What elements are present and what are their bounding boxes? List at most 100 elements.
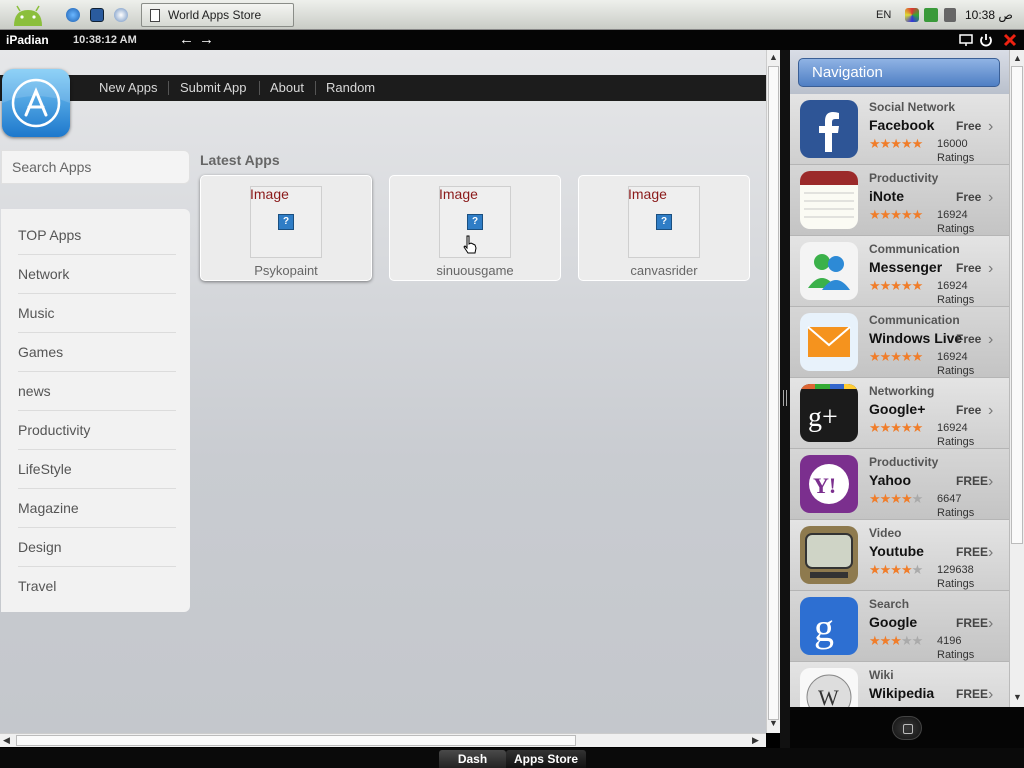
nav-new-apps[interactable]: New Apps <box>99 80 158 95</box>
featured-app-row[interactable]: g Search Google FREE ★★★★★ 4196 Ratings › <box>790 591 1010 662</box>
youtube-tv-icon <box>800 526 858 584</box>
scroll-down-icon[interactable]: ▼ <box>1013 692 1022 702</box>
network-tray-icon[interactable] <box>905 8 919 22</box>
app-category: Communication <box>869 313 960 327</box>
star-rating: ★★★★★ <box>869 491 923 506</box>
app-name: Google <box>869 614 918 630</box>
main-vertical-scrollbar[interactable]: ▲ ▼ <box>766 50 780 733</box>
featured-app-row[interactable]: Communication Windows Live Free ★★★★★ 16924 R… <box>790 307 1010 378</box>
window-task-button[interactable]: World Apps Store <box>141 3 294 27</box>
display-icon[interactable] <box>958 32 974 48</box>
media-player-icon[interactable] <box>114 8 128 22</box>
category-music[interactable]: Music <box>18 294 176 333</box>
star-rating: ★★★★★ <box>869 633 923 648</box>
rating-count: 16924 <box>937 209 968 221</box>
language-indicator[interactable]: EN <box>876 9 891 21</box>
navigation-panel: Navigation Social Network Facebook Free ★★★… <box>790 50 1024 707</box>
app-card-psykopaint[interactable]: Image ? Psykopaint <box>200 175 372 281</box>
chevron-right-icon: › <box>988 615 994 632</box>
featured-app-list: Social Network Facebook Free ★★★★★ 16000 Rati… <box>790 94 1010 707</box>
google-plus-icon: g+ <box>800 384 858 442</box>
dock-tab-dash[interactable]: Dash <box>439 750 506 768</box>
google-icon: g <box>800 597 858 655</box>
main-horizontal-scrollbar[interactable]: ◀ ▶ <box>0 733 766 747</box>
app-name: iNote <box>869 188 904 204</box>
app-category: Social Network <box>869 100 956 114</box>
dock-tab-apps-store[interactable]: Apps Store <box>506 750 586 768</box>
hand-cursor-icon <box>463 235 477 254</box>
scroll-up-icon[interactable]: ▲ <box>769 52 778 62</box>
nav-submit-app[interactable]: Submit App <box>180 80 247 95</box>
forward-arrow-icon[interactable]: → <box>199 31 214 48</box>
search-box[interactable] <box>1 150 190 184</box>
scroll-thumb[interactable] <box>1011 66 1023 544</box>
app-name: Google+ <box>869 401 926 417</box>
scroll-thumb[interactable] <box>768 66 779 720</box>
home-button-icon[interactable] <box>892 716 922 740</box>
app-card-name: sinuousgame <box>436 263 514 278</box>
chevron-right-icon: › <box>988 118 994 135</box>
chevron-right-icon: › <box>988 260 994 277</box>
missing-image-icon: ? <box>467 214 483 230</box>
featured-app-row[interactable]: Y! Productivity Yahoo FREE ★★★★★ 6647 Ratings › <box>790 449 1010 520</box>
svg-text:Y!: Y! <box>813 473 836 498</box>
app-card-sinuousgame[interactable]: Image ? sinuousgame <box>389 175 561 281</box>
chevron-right-icon: › <box>988 473 994 490</box>
system-clock[interactable]: 10:38 ص <box>965 8 1013 22</box>
scroll-down-icon[interactable]: ▼ <box>769 718 778 728</box>
featured-app-row[interactable]: WWikiWikipediaFREE★★★★★› <box>790 662 1010 707</box>
featured-app-row[interactable]: Video Youtube FREE ★★★★★ 129638 Ratings › <box>790 520 1010 591</box>
category-lifestyle[interactable]: LifeStyle <box>18 450 176 489</box>
android-logo-icon[interactable] <box>8 2 48 28</box>
scroll-up-icon[interactable]: ▲ <box>1013 53 1022 63</box>
category-news[interactable]: news <box>18 372 176 411</box>
back-arrow-icon[interactable]: ← <box>179 31 194 48</box>
category-games[interactable]: Games <box>18 333 176 372</box>
update-tray-icon[interactable] <box>924 8 938 22</box>
navigation-button[interactable]: Navigation <box>798 58 1000 87</box>
splitter-grip-icon[interactable] <box>783 390 787 406</box>
rating-count: 129638 <box>937 564 974 576</box>
app-price: FREE <box>956 687 989 701</box>
volume-tray-icon[interactable] <box>944 8 956 22</box>
navigation-scrollbar[interactable]: ▲ ▼ <box>1009 50 1024 707</box>
close-icon[interactable] <box>1002 32 1018 48</box>
app-price: Free <box>956 190 982 204</box>
featured-app-row[interactable]: g+ Networking Google+ Free ★★★★★ 16924 Ratings… <box>790 378 1010 449</box>
ipadian-bar: iPadian 10:38:12 AM ← → <box>0 30 1024 50</box>
power-icon[interactable] <box>978 32 994 48</box>
app-name: Windows Live <box>869 330 963 346</box>
category-list: TOP Apps Network Music Games news Produc… <box>1 209 190 612</box>
star-rating: ★★★★★ <box>869 136 923 151</box>
nav-random[interactable]: Random <box>326 80 375 95</box>
ipadian-title: iPadian <box>6 33 49 47</box>
app-name: Yahoo <box>869 472 912 488</box>
star-rating: ★★★★★ <box>869 207 923 222</box>
category-travel[interactable]: Travel <box>18 567 176 606</box>
app-category: Productivity <box>869 171 939 185</box>
featured-app-row[interactable]: Social Network Facebook Free ★★★★★ 16000 Rati… <box>790 94 1010 165</box>
nav-about[interactable]: About <box>270 80 304 95</box>
browser-icon[interactable] <box>66 8 80 22</box>
wikipedia-icon: W <box>800 668 858 707</box>
featured-app-row[interactable]: Productivity iNote Free ★★★★★ 16924 Ratings › <box>790 165 1010 236</box>
app-price: Free <box>956 261 982 275</box>
search-input[interactable] <box>2 151 189 183</box>
category-network[interactable]: Network <box>18 255 176 294</box>
ratings-label: Ratings <box>937 578 975 590</box>
category-magazine[interactable]: Magazine <box>18 489 176 528</box>
messenger-icon <box>800 242 858 300</box>
scroll-right-icon[interactable]: ▶ <box>752 735 759 746</box>
category-design[interactable]: Design <box>18 528 176 567</box>
app-store-logo-icon[interactable] <box>2 69 70 137</box>
scroll-thumb[interactable] <box>16 735 576 746</box>
category-productivity[interactable]: Productivity <box>18 411 176 450</box>
featured-app-row[interactable]: Communication Messenger Free ★★★★★ 16924 Rati… <box>790 236 1010 307</box>
category-top-apps[interactable]: TOP Apps <box>18 216 176 255</box>
scroll-left-icon[interactable]: ◀ <box>3 735 10 746</box>
app-name: Messenger <box>869 259 943 275</box>
app-card-canvasrider[interactable]: Image ? canvasrider <box>578 175 750 281</box>
desktop-icon[interactable] <box>90 8 104 22</box>
image-alt-text: Image <box>628 186 667 202</box>
missing-image-icon: ? <box>278 214 294 230</box>
